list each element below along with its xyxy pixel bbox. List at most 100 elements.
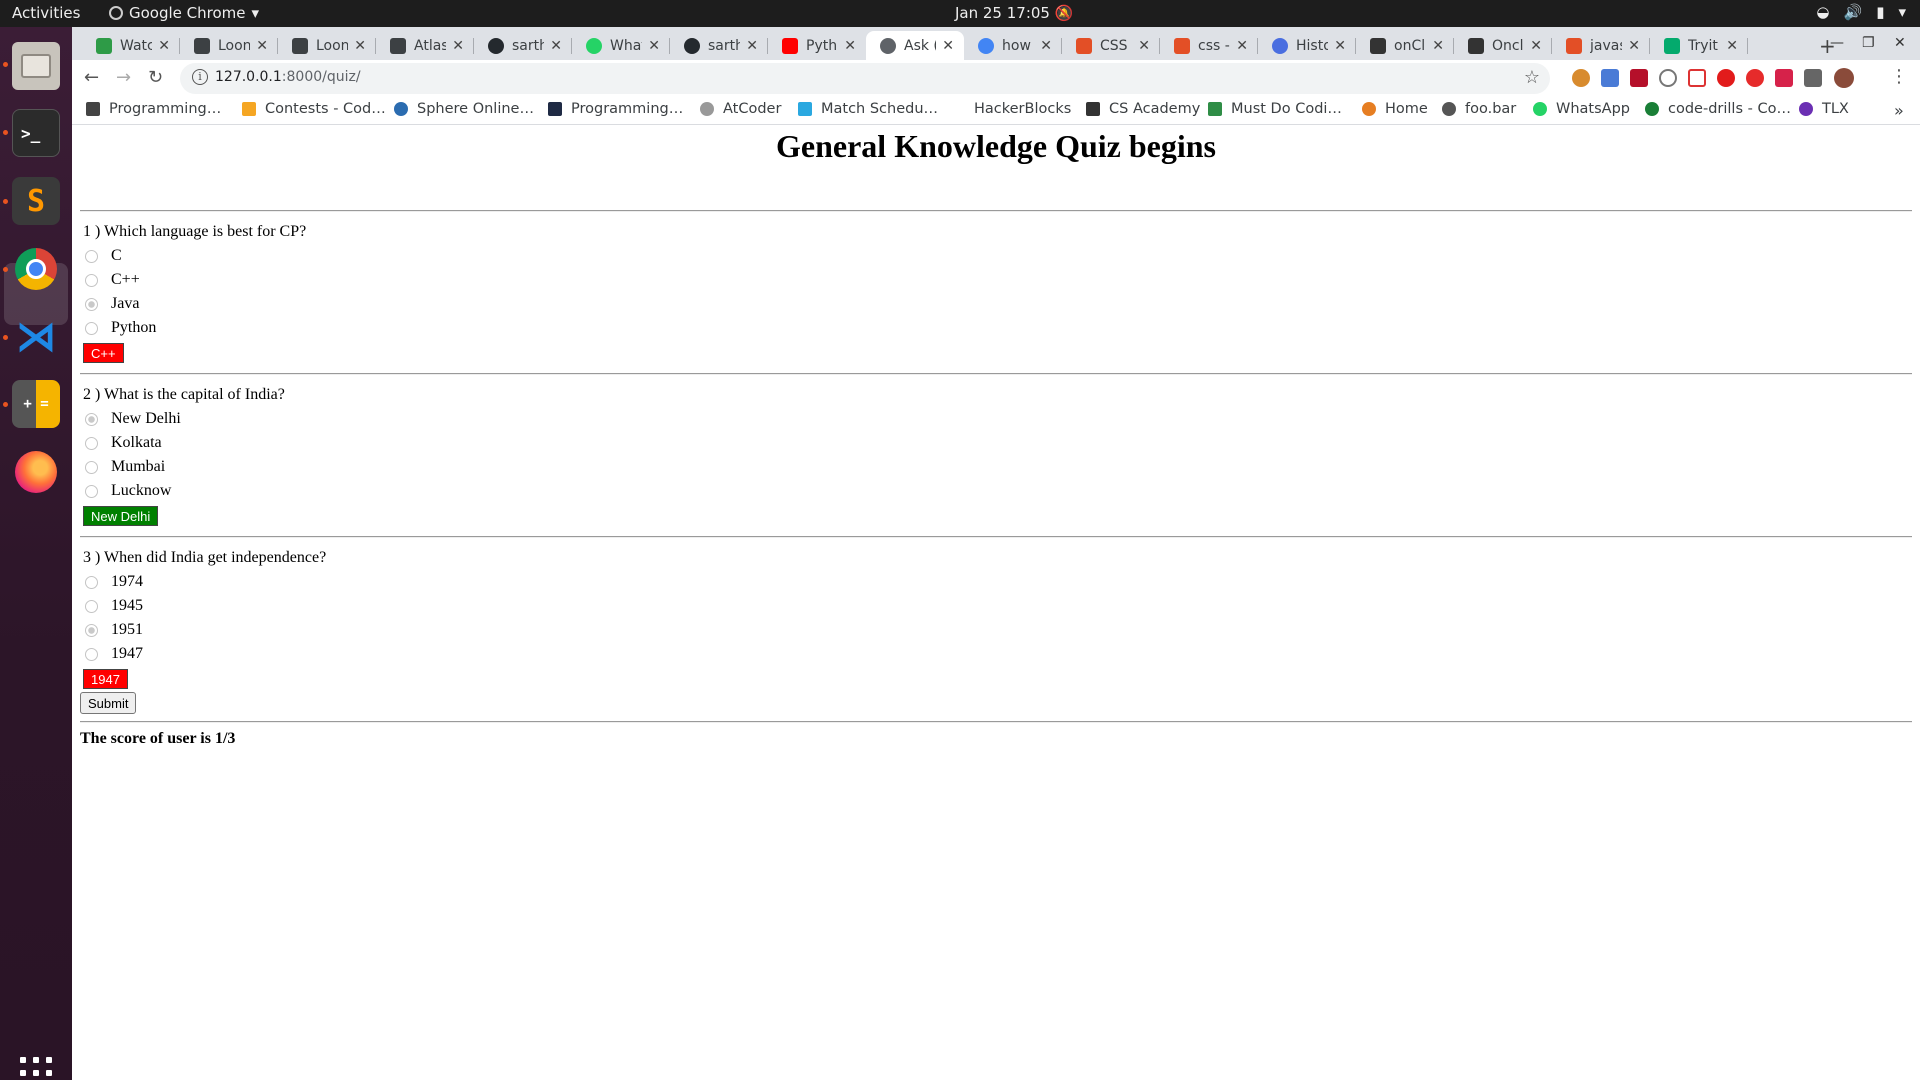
adblock-extension-icon[interactable] bbox=[1746, 69, 1764, 87]
bookmark-item[interactable]: CS Academy bbox=[1086, 101, 1200, 117]
tab[interactable]: sarth ✕ bbox=[670, 31, 768, 60]
red-extension-icon[interactable] bbox=[1717, 69, 1735, 87]
clock[interactable]: Jan 25 17:05 🔕 bbox=[955, 4, 1073, 22]
video-extension-icon[interactable] bbox=[1775, 69, 1793, 87]
bookmark-item[interactable]: Home bbox=[1362, 101, 1428, 117]
close-tab-icon[interactable]: ✕ bbox=[942, 38, 954, 54]
option-mumbai[interactable]: Mumbai bbox=[84, 458, 165, 476]
close-tab-icon[interactable]: ✕ bbox=[746, 38, 758, 54]
ublock-extension-icon[interactable] bbox=[1630, 69, 1648, 87]
close-tab-icon[interactable]: ✕ bbox=[1726, 38, 1738, 54]
back-arrow-icon[interactable]: ← bbox=[84, 67, 99, 88]
tab[interactable]: What ✕ bbox=[572, 31, 670, 60]
bookmark-item[interactable]: TLX bbox=[1799, 101, 1849, 117]
system-tray[interactable]: ◒ 🔊 ▮ ▾ bbox=[1816, 3, 1906, 21]
restore-icon[interactable]: ❐ bbox=[1862, 35, 1875, 51]
option-c[interactable]: C bbox=[84, 247, 122, 265]
submit-button[interactable]: Submit bbox=[80, 692, 137, 714]
radio-button[interactable] bbox=[85, 273, 98, 287]
bookmark-item[interactable]: Match Schedu… bbox=[798, 101, 938, 117]
radio-button[interactable] bbox=[85, 249, 98, 263]
option-python[interactable]: Python bbox=[84, 319, 156, 337]
close-tab-icon[interactable]: ✕ bbox=[648, 38, 660, 54]
tab[interactable]: onCl ✕ bbox=[1356, 31, 1454, 60]
tab[interactable]: Histo ✕ bbox=[1258, 31, 1356, 60]
radio-button[interactable] bbox=[85, 321, 98, 335]
tab[interactable]: Atlas ✕ bbox=[376, 31, 474, 60]
option-1945[interactable]: 1945 bbox=[84, 597, 143, 615]
radio-button-checked[interactable] bbox=[85, 623, 98, 637]
option-java[interactable]: Java bbox=[84, 295, 139, 313]
tab[interactable]: Pyth ✕ bbox=[768, 31, 866, 60]
reload-icon[interactable]: ↻ bbox=[148, 67, 163, 88]
bookmark-item[interactable]: AtCoder bbox=[700, 101, 781, 117]
tab[interactable]: Loon ✕ bbox=[278, 31, 376, 60]
option-cpp[interactable]: C++ bbox=[84, 271, 140, 289]
option-1974[interactable]: 1974 bbox=[84, 573, 143, 591]
close-tab-icon[interactable]: ✕ bbox=[1138, 38, 1150, 54]
bookmark-item[interactable]: WhatsApp bbox=[1533, 101, 1630, 117]
close-tab-icon[interactable]: ✕ bbox=[1236, 38, 1248, 54]
radio-button-checked[interactable] bbox=[85, 297, 98, 311]
close-tab-icon[interactable]: ✕ bbox=[354, 38, 366, 54]
bookmark-item[interactable]: Sphere Online… bbox=[394, 101, 534, 117]
profile-avatar[interactable] bbox=[1834, 68, 1854, 88]
option-kolkata[interactable]: Kolkata bbox=[84, 434, 162, 452]
bookmark-star-icon[interactable]: ☆ bbox=[1524, 67, 1540, 88]
site-info-icon[interactable]: i bbox=[192, 69, 208, 85]
close-window-icon[interactable]: ✕ bbox=[1894, 35, 1906, 51]
forward-arrow-icon[interactable]: → bbox=[116, 67, 131, 88]
tab[interactable]: javas ✕ bbox=[1552, 31, 1650, 60]
vscode-icon[interactable]: ⋊ bbox=[12, 313, 60, 361]
tab[interactable]: css - ✕ bbox=[1160, 31, 1258, 60]
option-lucknow[interactable]: Lucknow bbox=[84, 482, 171, 500]
terminal-icon[interactable]: >_ bbox=[12, 109, 60, 157]
calculator-icon[interactable]: + = bbox=[12, 380, 60, 428]
tab[interactable]: sarth ✕ bbox=[474, 31, 572, 60]
radio-button[interactable] bbox=[85, 460, 98, 474]
bookmark-item[interactable]: foo.bar bbox=[1442, 101, 1516, 117]
close-tab-icon[interactable]: ✕ bbox=[844, 38, 856, 54]
more-bookmarks-icon[interactable]: » bbox=[1894, 101, 1904, 120]
bookmark-item[interactable]: Contests - Cod… bbox=[242, 101, 386, 117]
option-1947[interactable]: 1947 bbox=[84, 645, 143, 663]
radio-button-checked[interactable] bbox=[85, 412, 98, 426]
app-menu[interactable]: Google Chrome ▾ bbox=[109, 4, 259, 22]
tab[interactable]: Tryit ✕ bbox=[1650, 31, 1748, 60]
close-tab-icon[interactable]: ✕ bbox=[1334, 38, 1346, 54]
radio-button[interactable] bbox=[85, 599, 98, 613]
option-new-delhi[interactable]: New Delhi bbox=[84, 410, 181, 428]
bookmark-item[interactable]: Programming… bbox=[86, 101, 221, 117]
address-bar[interactable]: i 127.0.0.1:8000/quiz/ ☆ bbox=[180, 63, 1550, 94]
kebab-menu-icon[interactable]: ⋮ bbox=[1890, 66, 1908, 87]
activities-button[interactable]: Activities bbox=[12, 4, 80, 22]
chrome-icon[interactable] bbox=[12, 245, 60, 293]
close-tab-icon[interactable]: ✕ bbox=[1628, 38, 1640, 54]
tab[interactable]: Watc ✕ bbox=[82, 31, 180, 60]
radio-button[interactable] bbox=[85, 647, 98, 661]
firefox-icon[interactable] bbox=[12, 448, 60, 496]
radio-button[interactable] bbox=[85, 484, 98, 498]
bookmark-item[interactable]: Must Do Codi… bbox=[1208, 101, 1342, 117]
radio-button[interactable] bbox=[85, 436, 98, 450]
tab[interactable]: Oncl ✕ bbox=[1454, 31, 1552, 60]
sublime-text-icon[interactable]: S bbox=[12, 177, 60, 225]
close-tab-icon[interactable]: ✕ bbox=[1530, 38, 1542, 54]
grammar-extension-icon[interactable] bbox=[1659, 69, 1677, 87]
tab[interactable]: how ✕ bbox=[964, 31, 1062, 60]
close-tab-icon[interactable]: ✕ bbox=[1432, 38, 1444, 54]
bookmark-item[interactable]: code-drills - Co… bbox=[1645, 101, 1791, 117]
cookie-extension-icon[interactable] bbox=[1572, 69, 1590, 87]
bookmark-item[interactable]: Programming… bbox=[548, 101, 683, 117]
show-applications-icon[interactable] bbox=[20, 1057, 52, 1089]
radio-button[interactable] bbox=[85, 575, 98, 589]
files-icon[interactable] bbox=[12, 42, 60, 90]
tab[interactable]: Loon ✕ bbox=[180, 31, 278, 60]
close-tab-icon[interactable]: ✕ bbox=[256, 38, 268, 54]
translate-extension-icon[interactable] bbox=[1601, 69, 1619, 87]
extensions-puzzle-icon[interactable] bbox=[1804, 69, 1822, 87]
close-tab-icon[interactable]: ✕ bbox=[1040, 38, 1052, 54]
option-1951[interactable]: 1951 bbox=[84, 621, 143, 639]
close-tab-icon[interactable]: ✕ bbox=[550, 38, 562, 54]
screenshot-extension-icon[interactable] bbox=[1688, 69, 1706, 87]
